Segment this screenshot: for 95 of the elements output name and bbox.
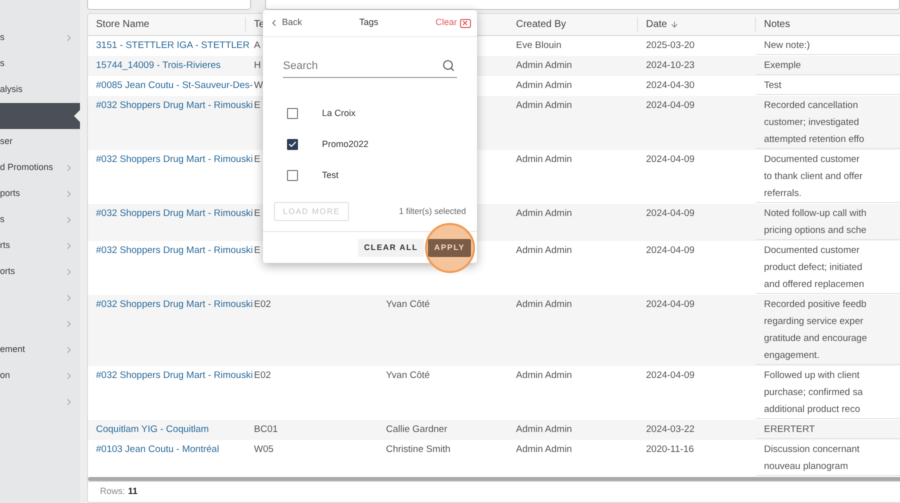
horizontal-scrollbar[interactable] (88, 476, 900, 482)
table-cell: 2024-04-30 (646, 80, 695, 91)
table-cell: A (254, 40, 260, 51)
column-header[interactable]: Created By (516, 16, 566, 32)
table-cell: Admin Admin (516, 370, 572, 381)
store-link[interactable]: #0085 Jean Coutu - St-Sauveur-Des- (96, 80, 253, 91)
store-link[interactable]: #032 Shoppers Drug Mart - Rimouski (96, 244, 253, 256)
sidebar-item[interactable]: d Promotions (0, 155, 80, 181)
sidebar-item[interactable]: s (0, 51, 80, 77)
store-link[interactable]: #032 Shoppers Drug Mart - Rimouski (96, 298, 253, 310)
table-cell: H (254, 60, 261, 71)
sidebar-item[interactable]: alysis (0, 77, 80, 103)
notes-cell-text: Test (764, 78, 782, 93)
table-cell: Admin Admin (516, 60, 572, 71)
table-cell: 2024-03-22 (646, 424, 695, 435)
column-header[interactable]: Notes (764, 16, 790, 32)
table-cell: E (254, 208, 260, 219)
store-link[interactable]: #0103 Jean Coutu - Montréal (96, 444, 220, 455)
table-cell: Admin Admin (516, 208, 572, 219)
table-cell: BC01 (254, 424, 278, 435)
sidebar-item[interactable]: ement (0, 337, 80, 363)
table-cell: 2024-04-09 (646, 208, 695, 219)
notes-cell-text: Noted follow-up call with pricing options and sche (764, 206, 868, 238)
notes-cell-text: Exemple (764, 58, 802, 73)
sidebar-item[interactable]: ser (0, 129, 80, 155)
table-cell: W05 (254, 444, 274, 455)
check-icon (288, 140, 297, 149)
table-cell: E (254, 244, 260, 256)
table-cell: Yvan Côté (386, 298, 430, 310)
active-notch (74, 110, 80, 122)
rows-count: 11 (128, 485, 138, 498)
notes-cell-text: Recorded cancellation customer; investigated attempted retention effo (764, 98, 866, 147)
option-label[interactable]: Test (322, 168, 339, 182)
checkbox[interactable] (287, 139, 298, 150)
store-link[interactable]: #032 Shoppers Drug Mart - Rimouski (96, 370, 253, 381)
sidebar-item[interactable]: on (0, 363, 80, 389)
column-header[interactable]: Date (646, 16, 668, 32)
table-cell: 2024-04-09 (646, 298, 695, 310)
table-cell: Christine Smith (386, 444, 450, 455)
sidebar-item[interactable] (0, 103, 80, 129)
table-cell: E02 (254, 298, 271, 310)
checkbox[interactable] (287, 108, 298, 119)
option-label[interactable]: La Croix (322, 106, 356, 120)
notes-cell-text: ERERTERT (764, 422, 816, 437)
table-cell: E02 (254, 370, 271, 381)
table-cell: E (254, 154, 260, 165)
search-icon (442, 59, 455, 72)
apply-button[interactable]: APPLY (428, 238, 471, 256)
table-cell: Admin Admin (516, 154, 572, 165)
table-cell: Admin Admin (516, 244, 572, 256)
notes-cell-text: Documented customer product defect; initiated and offered replacemen (764, 244, 866, 292)
table-cell: Callie Gardner (386, 424, 448, 435)
table-cell: 2024-04-09 (646, 370, 695, 381)
clear-icon (460, 18, 471, 28)
notes-cell-text: Documented customer to thank client and offer referrals. (764, 152, 864, 201)
rows-label: Rows: (100, 485, 126, 498)
store-link[interactable]: 3151 - STETTLER IGA - STETTLER (96, 40, 250, 51)
sidebar-item[interactable]: rts (0, 233, 80, 259)
table-cell: 2024-10-23 (646, 60, 695, 71)
table-cell: 2024-04-09 (646, 244, 695, 256)
table-cell: Admin Admin (516, 80, 572, 91)
sidebar-item[interactable]: s (0, 207, 80, 233)
store-link[interactable]: Coquitlam YIG - Coquitlam (96, 424, 209, 435)
sidebar-item[interactable]: orts (0, 259, 80, 285)
table-cell: W (254, 80, 263, 91)
table-cell: E (254, 100, 260, 111)
table-cell: Admin Admin (516, 298, 572, 310)
store-link[interactable]: 15744_14009 - Trois-Rivieres (96, 60, 221, 71)
table-cell: 2024-04-09 (646, 100, 695, 111)
sidebar-item[interactable]: s (0, 25, 80, 51)
selection-status: 1 filter(s) selected (398, 205, 466, 218)
store-link[interactable]: #032 Shoppers Drug Mart - Rimouski (96, 154, 253, 165)
popup-title: Tags (359, 16, 378, 30)
option-label[interactable]: Promo2022 (322, 138, 369, 152)
table-cell: Yvan Côté (386, 370, 430, 381)
notes-cell-text: Followed up with client purchase; confirmed sa additional product reco (764, 368, 864, 417)
back-button[interactable]: Back (269, 16, 302, 30)
clear-button[interactable]: Clear (435, 16, 471, 30)
table-cell: Admin Admin (516, 100, 572, 111)
notes-cell-text: Recorded positive feedb regarding service exper gratitude and encourage engagement. (764, 298, 868, 363)
table-cell: 2024-04-09 (646, 154, 695, 165)
sidebar-item[interactable]: ports (0, 181, 80, 207)
table-cell: Admin Admin (516, 424, 572, 435)
table-cell: Eve Blouin (516, 40, 562, 51)
notes-cell-text: New note:) (764, 38, 811, 53)
column-header[interactable]: Store Name (96, 16, 150, 32)
table-cell: 2020-11-16 (646, 444, 694, 455)
clear-all-button[interactable]: CLEAR ALL (358, 238, 424, 256)
table-cell: Admin Admin (516, 444, 572, 455)
notes-cell-text: Discussion concernant nouveau planogram (764, 442, 861, 474)
store-link[interactable]: #032 Shoppers Drug Mart - Rimouski (96, 100, 253, 111)
search-field[interactable]: Search (283, 54, 457, 78)
table-cell: 2025-03-20 (646, 40, 695, 51)
checkbox[interactable] (287, 170, 298, 181)
store-link[interactable]: #032 Shoppers Drug Mart - Rimouski (96, 208, 253, 219)
